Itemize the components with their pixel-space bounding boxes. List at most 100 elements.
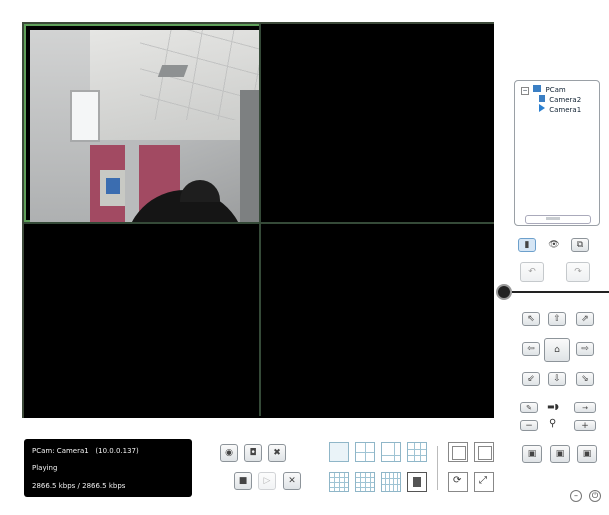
preset-icon: ▣ [527,449,537,459]
ptz-down-button[interactable]: ⇩ [548,372,566,386]
window-mode-button[interactable] [474,442,494,462]
view-mode-button[interactable]: 👁 [545,238,563,252]
layout-1plus5-button[interactable] [381,442,401,462]
play-icon [539,104,545,112]
tree-item-camera2[interactable]: Camera2 [539,95,581,104]
settings-button[interactable]: ✖ [268,444,286,462]
arrow-down-left-icon: ⇙ [527,374,535,384]
ptz-right-button[interactable]: ⇨ [576,342,594,356]
camera-name: PCam: Camera1 [32,447,89,455]
video-cell-3[interactable] [24,224,261,418]
ptz-up-left-button[interactable]: ⇖ [522,312,540,326]
server-icon [533,85,542,92]
preset-button-1[interactable]: ▣ [522,445,542,463]
camera-ip: (10.0.0.137) [95,447,139,455]
undo-button[interactable]: ↶ [520,262,544,282]
tree-item-label: Camera2 [549,96,582,104]
video-grid [22,22,494,418]
ptz-home-button[interactable]: ⌂ [544,338,570,362]
collapse-icon[interactable]: − [521,87,529,95]
ptz-up-right-button[interactable]: ⇗ [576,312,594,326]
ptz-down-right-button[interactable]: ⇘ [576,372,594,386]
preset-button-2[interactable]: ▣ [550,445,570,463]
redo-button[interactable]: ↷ [566,262,590,282]
tree-item-label: Camera1 [549,106,582,114]
layout-6x6-button[interactable] [381,472,401,492]
tools-icon: ✖ [273,448,281,458]
stop-button[interactable]: ■ [234,472,252,490]
minus-icon: – [574,491,578,500]
tree-root[interactable]: − PCam [521,85,566,95]
layout-5x5-button[interactable] [355,472,375,492]
zoom-in-button[interactable]: + [574,420,596,431]
arrow-right-icon: → [582,403,588,412]
panel-collapse-knob[interactable] [496,284,512,300]
stop-icon: ■ [238,476,248,486]
layout-4x4-button[interactable] [329,472,349,492]
panel-divider [512,291,609,293]
window-icon: ⧉ [576,240,584,250]
arrow-right-icon: ⇨ [581,344,589,354]
layout-3x3-button[interactable] [407,442,427,462]
tree-item-camera1[interactable]: Camera1 [539,104,581,114]
focus-icon: ✎ [526,403,532,412]
record-icon: ◉ [225,448,233,458]
camera-feed-image [30,30,260,223]
layout-2x2-button[interactable] [355,442,375,462]
ptz-up-button[interactable]: ⇧ [548,312,566,326]
ptz-left-button[interactable]: ⇦ [522,342,540,356]
snapshot-capture-button[interactable]: ◘ [244,444,262,462]
toolbar-separator [437,446,438,490]
redo-icon: ↷ [574,267,582,277]
expand-icon: ⤢ [479,475,487,486]
video-cell-2[interactable] [261,24,494,222]
fullscreen-button[interactable] [448,442,468,462]
video-cell-4[interactable] [261,224,494,418]
list-icon: ▮ [524,240,530,250]
arrow-up-right-icon: ⇗ [581,314,589,324]
scrollbar-thumb[interactable] [546,217,560,220]
tree-view-button[interactable]: ▮ [518,238,536,252]
playback-state: Playing [32,464,58,472]
tree-root-label: PCam [545,86,566,94]
camera-icon: ◘ [249,448,257,458]
power-button[interactable]: ⏻ [589,490,601,502]
preset-icon: ▣ [555,449,565,459]
layout-custom-button[interactable] [407,472,427,492]
minimize-button[interactable]: – [570,490,582,502]
bitrate-text: 2866.5 kbps / 2866.5 kbps [32,482,126,490]
arrow-down-icon: ⇩ [553,374,561,384]
play-icon: ▷ [263,476,271,486]
ptz-down-left-button[interactable]: ⇙ [522,372,540,386]
focus-near-button[interactable]: ✎ [520,402,538,413]
grid-divider-horizontal [24,222,492,224]
camera-icon [539,95,545,102]
minus-icon: − [525,420,533,431]
plus-icon: + [581,420,589,431]
sequence-button[interactable]: ⟳ [448,472,468,492]
arrow-up-left-icon: ⇖ [527,314,535,324]
expand-button[interactable]: ⤢ [474,472,494,492]
magnifier-icon: ⚲ [549,418,557,429]
arrow-left-icon: ⇦ [527,344,535,354]
iris-icon: ▬◗ [547,402,559,411]
arrow-down-right-icon: ⇘ [581,374,589,384]
arrow-up-icon: ⇧ [553,314,561,324]
close-icon: ✕ [288,476,296,486]
snapshot-button[interactable]: ⧉ [571,238,589,252]
refresh-icon: ⟳ [453,475,462,486]
camera-name-line: PCam: Camera1 (10.0.0.137) [32,447,139,455]
status-panel: PCam: Camera1 (10.0.0.137) Playing 2866.… [24,439,192,497]
focus-far-button[interactable]: → [574,402,596,413]
preset-button-3[interactable]: ▣ [577,445,597,463]
eye-icon: 👁 [548,240,560,250]
layout-1x1-button[interactable] [329,442,349,462]
close-view-button[interactable]: ✕ [283,472,301,490]
grid-divider-vertical [259,24,261,416]
zoom-out-button[interactable]: − [520,420,538,431]
play-button[interactable]: ▷ [258,472,276,490]
video-cell-1[interactable] [24,24,261,223]
preset-icon: ▣ [582,449,592,459]
record-button[interactable]: ◉ [220,444,238,462]
tree-horizontal-scrollbar[interactable] [525,215,591,224]
